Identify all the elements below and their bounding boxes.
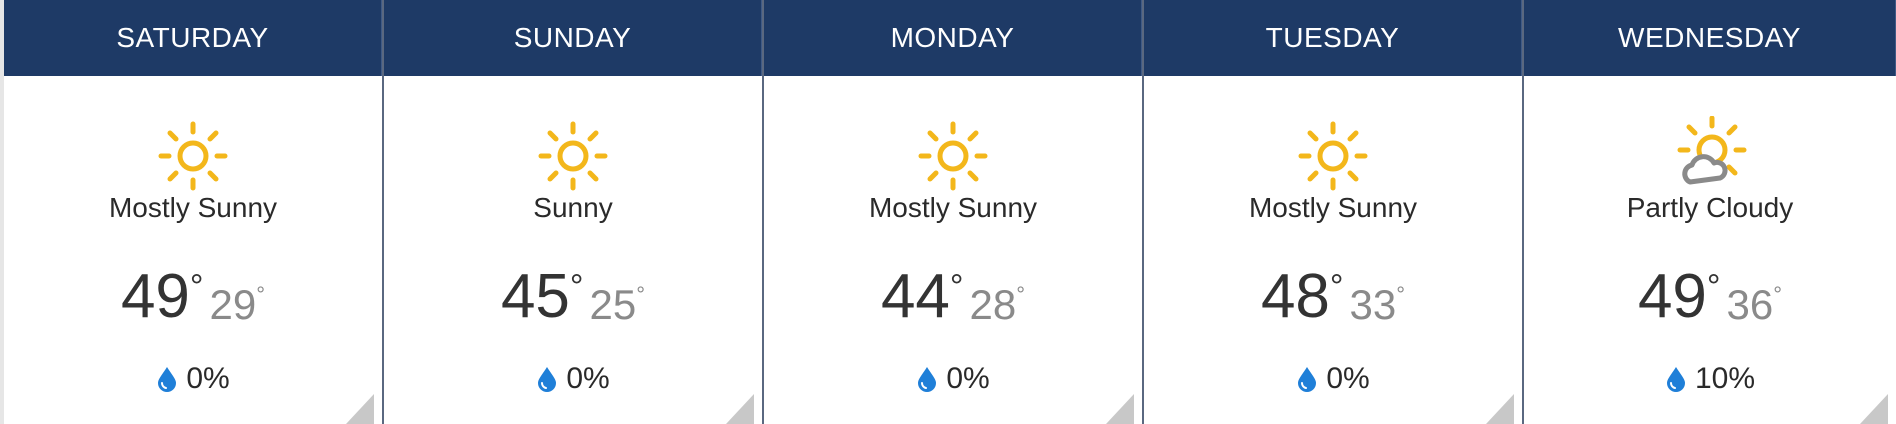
sun-icon xyxy=(158,121,228,191)
precip-chance: 0% xyxy=(1144,362,1522,396)
day-card-wednesday[interactable]: WEDNESDAY Partly Cloudy 49 ° 36 ° 10% xyxy=(1524,0,1896,424)
condition-label: Mostly Sunny xyxy=(1248,192,1418,223)
precip-value: 0% xyxy=(1326,362,1370,395)
raindrop-icon xyxy=(1298,367,1317,392)
high-temp: 49 xyxy=(1637,262,1707,331)
high-degree: ° xyxy=(189,268,204,306)
expand-corner-icon[interactable] xyxy=(1860,394,1888,424)
precip-chance: 0% xyxy=(384,362,762,396)
day-card-saturday[interactable]: SATURDAY Mostly Sunny 49 ° 29 ° 0% xyxy=(4,0,384,424)
high-temp: 48 xyxy=(1260,262,1330,331)
low-degree: ° xyxy=(636,282,646,307)
expand-corner-icon[interactable] xyxy=(726,394,754,424)
condition-label: Partly Cloudy xyxy=(1626,192,1794,223)
high-temp: 49 xyxy=(120,262,190,331)
low-degree: ° xyxy=(1396,282,1406,307)
temperature: 49 ° 36 ° xyxy=(1524,266,1896,328)
precip-chance: 0% xyxy=(764,362,1142,396)
sun-icon xyxy=(538,121,608,191)
forecast-strip: SATURDAY Mostly Sunny 49° 29° 0% SUNDA xyxy=(0,0,1896,424)
raindrop-icon xyxy=(918,367,937,392)
low-temp: 36 xyxy=(1726,281,1774,328)
day-header: SATURDAY xyxy=(4,0,382,76)
high-degree: ° xyxy=(1329,268,1344,306)
precip-chance: 10% xyxy=(1524,362,1896,396)
low-degree: ° xyxy=(256,282,266,307)
raindrop-icon xyxy=(1666,367,1685,392)
temperature: 44 ° 28 ° xyxy=(764,266,1142,328)
sun-icon xyxy=(1298,121,1368,191)
precip-chance: 0% xyxy=(4,362,382,396)
condition-label: Mostly Sunny xyxy=(868,192,1038,223)
precip-value: 0% xyxy=(186,362,230,395)
high-degree: ° xyxy=(1706,268,1721,306)
precip-value: 0% xyxy=(946,362,990,395)
high-degree: ° xyxy=(949,268,964,306)
day-header: MONDAY xyxy=(764,0,1142,76)
low-degree: ° xyxy=(1016,282,1026,307)
day-name: SATURDAY xyxy=(116,22,269,53)
temperature: 45 ° 25 ° xyxy=(384,266,762,328)
high-degree: ° xyxy=(569,268,584,306)
raindrop-icon xyxy=(158,367,177,392)
day-header: TUESDAY xyxy=(1144,0,1522,76)
low-temp: 28 xyxy=(969,281,1017,328)
day-name: SUNDAY xyxy=(513,22,632,53)
partly-cloudy-icon xyxy=(1677,116,1747,185)
day-name: WEDNESDAY xyxy=(1618,22,1801,53)
low-temp: 25 xyxy=(589,281,637,328)
expand-corner-icon[interactable] xyxy=(346,394,374,424)
precip-value: 0% xyxy=(566,362,610,395)
high-temp: 44 xyxy=(880,262,950,331)
day-name: TUESDAY xyxy=(1265,22,1400,53)
expand-corner-icon[interactable] xyxy=(1106,394,1134,424)
day-card-tuesday[interactable]: TUESDAY Mostly Sunny 48 ° 33 ° 0% xyxy=(1144,0,1524,424)
day-header: WEDNESDAY xyxy=(1524,0,1896,76)
sun-icon xyxy=(918,121,988,191)
temperature: 49 ° 29 ° xyxy=(4,266,382,328)
day-header: SUNDAY xyxy=(384,0,762,76)
expand-corner-icon[interactable] xyxy=(1486,394,1514,424)
condition-label: Sunny xyxy=(533,192,613,223)
low-temp: 33 xyxy=(1349,281,1397,328)
day-name: MONDAY xyxy=(890,22,1015,53)
precip-value: 10% xyxy=(1694,362,1756,395)
high-temp: 45 xyxy=(500,262,570,331)
low-degree: ° xyxy=(1773,282,1783,307)
day-card-sunday[interactable]: SUNDAY Sunny 45 ° 25 ° 0% xyxy=(384,0,764,424)
temperature: 48 ° 33 ° xyxy=(1144,266,1522,328)
low-temp: 29 xyxy=(209,281,257,328)
raindrop-icon xyxy=(538,367,557,392)
condition-label: Mostly Sunny xyxy=(108,192,278,223)
day-card-monday[interactable]: MONDAY Mostly Sunny 44 ° 28 ° 0% xyxy=(764,0,1144,424)
